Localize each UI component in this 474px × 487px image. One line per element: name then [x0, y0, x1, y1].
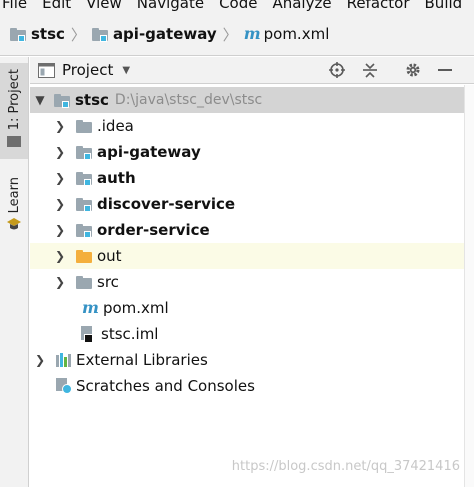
menu-refactor[interactable]: Refactor — [341, 0, 419, 13]
project-tool-tab[interactable]: 1: Project — [0, 63, 28, 159]
tree-item-label: stsc — [75, 91, 109, 109]
tree-item-idea[interactable]: ❯ .idea — [30, 113, 464, 139]
tree-item-order-service[interactable]: ❯ order-service — [30, 217, 464, 243]
project-view-selector[interactable]: Project ▼ — [38, 61, 130, 79]
tree-item-label: discover-service — [97, 195, 236, 213]
breadcrumb-label: stsc — [31, 25, 65, 43]
tree-item-label: api-gateway — [97, 143, 201, 161]
vertical-scrollbar[interactable] — [464, 85, 474, 487]
left-tool-stripe: 1: Project Learn — [0, 57, 29, 487]
hide-minus-icon[interactable] — [436, 61, 454, 79]
module-folder-icon — [76, 223, 92, 238]
panel-title: Project — [62, 61, 114, 79]
chevron-down-icon: ▼ — [122, 64, 131, 76]
module-folder-icon — [76, 145, 92, 160]
menu-navigate[interactable]: Navigate — [131, 0, 213, 13]
menu-file[interactable]: File — [0, 0, 36, 13]
chevron-right-icon[interactable]: ❯ — [52, 118, 68, 134]
watermark-text: https://blog.csdn.net/qq_37421416 — [231, 459, 460, 474]
maven-icon: m — [243, 24, 261, 43]
breadcrumb: stsc 〉 api-gateway 〉 m pom.xml — [0, 13, 474, 56]
menu-analyze[interactable]: Analyze — [266, 0, 340, 13]
chevron-right-icon[interactable]: ❯ — [52, 170, 68, 186]
chevron-right-icon[interactable]: ❯ — [52, 222, 68, 238]
iml-file-icon — [80, 326, 94, 343]
module-folder-icon — [91, 27, 108, 42]
tree-item-label: stsc.iml — [101, 325, 159, 343]
tree-item-label: .idea — [97, 117, 134, 135]
tree-item-label: Scratches and Consoles — [76, 377, 255, 395]
tree-item-out[interactable]: ❯ out — [30, 243, 464, 269]
tree-item-auth[interactable]: ❯ auth — [30, 165, 464, 191]
chevron-right-icon[interactable]: ❯ — [52, 144, 68, 160]
library-bars-icon — [56, 353, 72, 367]
graduation-cap-icon — [7, 218, 21, 230]
folder-icon — [76, 119, 92, 133]
learn-tool-tab[interactable]: Learn — [0, 175, 28, 237]
breadcrumb-item-pom[interactable]: m pom.xml — [244, 25, 330, 43]
module-folder-icon — [54, 93, 70, 108]
menu-build[interactable]: Build — [419, 0, 472, 13]
tree-item-scratches[interactable]: Scratches and Consoles — [30, 373, 464, 399]
chevron-right-icon: 〉 — [70, 25, 86, 44]
module-folder-icon — [76, 171, 92, 186]
collapse-all-icon[interactable] — [361, 61, 379, 79]
breadcrumb-label: pom.xml — [263, 25, 330, 43]
folder-icon — [7, 136, 21, 148]
tree-root-path: D:\java\stsc_dev\stsc — [114, 92, 263, 108]
breadcrumb-item-api-gateway[interactable]: api-gateway — [91, 25, 217, 43]
tree-item-label: order-service — [97, 221, 210, 239]
menu-view[interactable]: View — [80, 0, 131, 13]
tree-item-label: auth — [97, 169, 136, 187]
breadcrumb-item-stsc[interactable]: stsc — [10, 25, 65, 43]
chevron-right-icon[interactable]: ❯ — [52, 274, 68, 290]
project-window-icon — [38, 62, 55, 78]
tree-item-stsc-iml[interactable]: stsc.iml — [30, 321, 464, 347]
module-folder-icon — [10, 27, 26, 42]
scratches-clock-icon — [56, 378, 72, 394]
project-panel-header: Project ▼ — [30, 57, 474, 84]
tree-item-src[interactable]: ❯ src — [30, 269, 464, 295]
menu-bar: File Edit View Navigate Code Analyze Ref… — [0, 0, 474, 13]
tree-item-label: pom.xml — [102, 299, 169, 317]
chevron-down-icon[interactable]: ▼ — [32, 92, 48, 108]
chevron-right-icon: 〉 — [222, 25, 238, 44]
tree-item-label: out — [97, 247, 122, 265]
folder-icon — [76, 275, 92, 289]
project-tab-label: 1: Project — [6, 69, 22, 131]
chevron-right-icon[interactable]: ❯ — [32, 352, 48, 368]
excluded-folder-icon — [76, 249, 92, 263]
project-tree: ▼ stsc D:\java\stsc_dev\stsc ❯ .idea ❯ a… — [30, 85, 474, 487]
module-folder-icon — [76, 197, 92, 212]
locate-icon[interactable] — [328, 61, 346, 79]
settings-gear-icon[interactable] — [404, 61, 422, 79]
learn-tab-label: Learn — [6, 177, 22, 214]
tree-item-api-gateway[interactable]: ❯ api-gateway — [30, 139, 464, 165]
tree-item-label: External Libraries — [76, 351, 208, 369]
breadcrumb-label: api-gateway — [112, 25, 217, 43]
menu-edit[interactable]: Edit — [36, 0, 80, 13]
chevron-right-icon[interactable]: ❯ — [52, 196, 68, 212]
tree-item-external-libraries[interactable]: ❯ External Libraries — [30, 347, 464, 373]
tree-item-discover-service[interactable]: ❯ discover-service — [30, 191, 464, 217]
tree-item-pom-xml[interactable]: m pom.xml — [30, 295, 464, 321]
menu-code[interactable]: Code — [213, 0, 266, 13]
tree-root-stsc[interactable]: ▼ stsc D:\java\stsc_dev\stsc — [30, 87, 464, 113]
maven-icon: m — [82, 298, 99, 317]
chevron-right-icon[interactable]: ❯ — [52, 248, 68, 264]
tree-item-label: src — [97, 273, 119, 291]
